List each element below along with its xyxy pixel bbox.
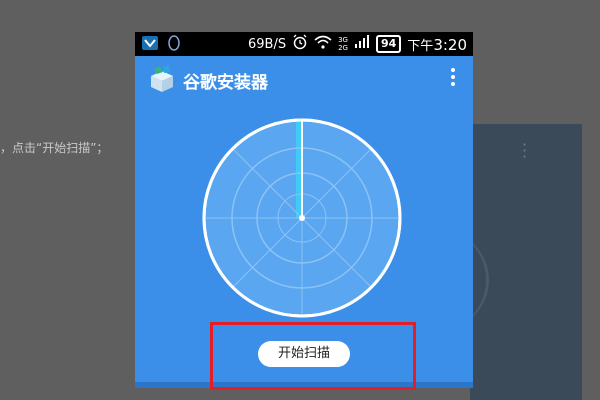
radar-icon xyxy=(200,116,404,324)
shield-icon xyxy=(141,35,159,55)
more-vert-icon[interactable] xyxy=(451,68,455,89)
battery-indicator: 94 xyxy=(375,35,402,53)
wifi-icon xyxy=(314,35,332,53)
status-bar: 69B/S 3G 2G 94 下午3:20 xyxy=(135,32,473,56)
instruction-caption: ，点击“开始扫描”； xyxy=(0,141,109,155)
qq-penguin-icon xyxy=(167,35,181,55)
signal-icon xyxy=(354,35,370,53)
app-logo-icon xyxy=(147,64,177,98)
app-title: 谷歌安装器 xyxy=(183,73,268,93)
app-bar: 谷歌安装器 xyxy=(135,56,473,102)
network-type: 3G 2G xyxy=(338,36,348,52)
highlight-annotation-box xyxy=(210,322,416,390)
network-speed: 69B/S xyxy=(248,36,287,52)
background-overflow-dots: · · · xyxy=(522,135,528,166)
clock: 下午3:20 xyxy=(407,35,467,54)
alarm-icon xyxy=(292,34,308,54)
